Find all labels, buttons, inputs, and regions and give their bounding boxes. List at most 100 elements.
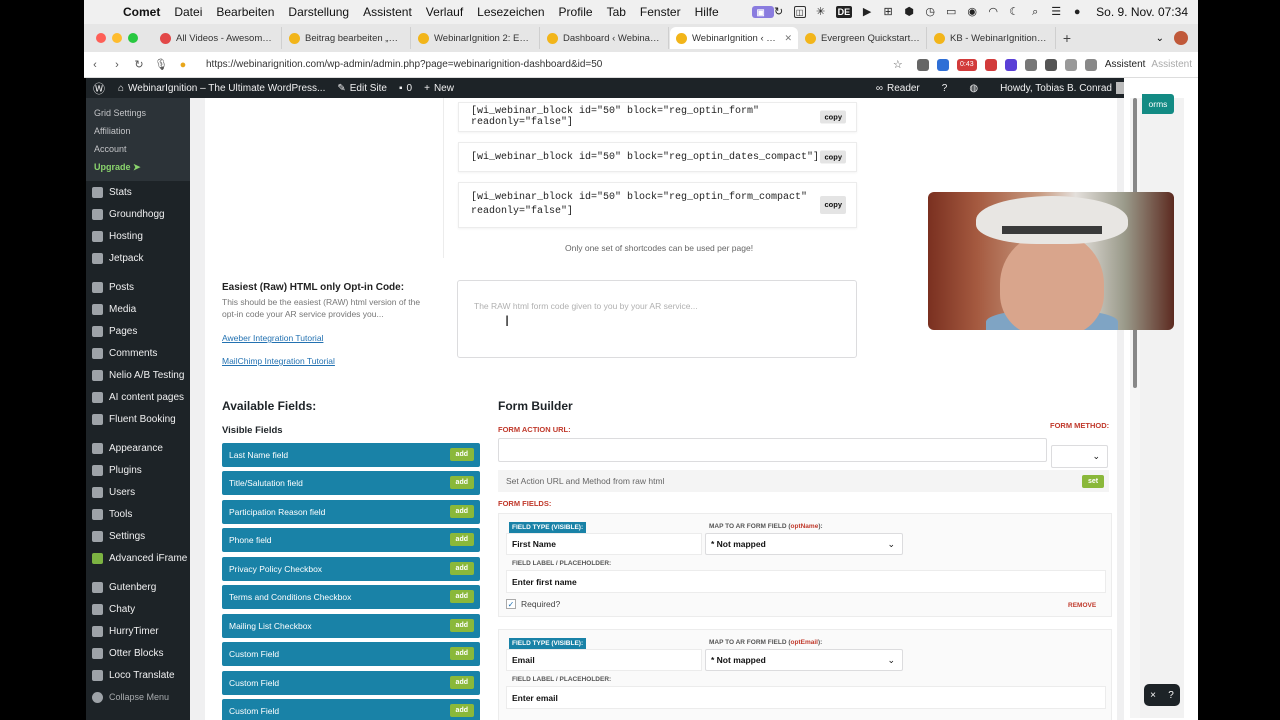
control-center-icon[interactable]: ☰ bbox=[1050, 6, 1062, 18]
add-button[interactable]: add bbox=[449, 533, 474, 546]
user-icon[interactable]: ◉ bbox=[966, 6, 978, 18]
moon-icon[interactable]: ☾ bbox=[1008, 6, 1020, 18]
copy-button[interactable]: copy bbox=[820, 110, 846, 124]
menu-verlauf[interactable]: Verlauf bbox=[426, 5, 463, 19]
add-button[interactable]: add bbox=[449, 704, 474, 717]
reload-icon[interactable]: ↻ bbox=[128, 58, 150, 71]
chevron-down-icon[interactable]: ⌄ bbox=[1156, 33, 1164, 44]
menu-bearbeiten[interactable]: Bearbeiten bbox=[216, 5, 274, 19]
add-button[interactable]: add bbox=[449, 505, 474, 518]
puzzle-icon[interactable] bbox=[1044, 58, 1057, 71]
copy-button[interactable]: copy bbox=[820, 150, 846, 164]
sidebar-item-loco-translate[interactable]: Loco Translate bbox=[86, 664, 190, 686]
sidebar-item-chaty[interactable]: Chaty bbox=[86, 598, 190, 620]
set-button[interactable]: set bbox=[1082, 475, 1105, 488]
menu-lesezeichen[interactable]: Lesezeichen bbox=[477, 5, 544, 19]
maximize-window-icon[interactable] bbox=[128, 33, 138, 43]
available-field-item[interactable]: Title/Salutation field add bbox=[222, 471, 480, 495]
available-field-item[interactable]: Participation Reason field add bbox=[222, 500, 480, 524]
add-button[interactable]: add bbox=[449, 619, 474, 632]
menu-assistent[interactable]: Assistent bbox=[363, 5, 412, 19]
sidebar-item-groundhogg[interactable]: Groundhogg bbox=[86, 203, 190, 225]
collapse-menu-button[interactable]: Collapse Menu bbox=[86, 686, 190, 708]
add-button[interactable]: add bbox=[449, 476, 474, 489]
sidebar-item-otter-blocks[interactable]: Otter Blocks bbox=[86, 642, 190, 664]
shortcode-box[interactable]: [wi_webinar_block id="50" block="reg_opt… bbox=[458, 102, 857, 132]
microphone-icon[interactable]: 🎙 bbox=[150, 58, 172, 71]
profile-avatar[interactable] bbox=[1174, 31, 1188, 45]
sidebar-item-nelio[interactable]: Nelio A/B Testing bbox=[86, 364, 190, 386]
asterisk-icon[interactable]: ✳ bbox=[815, 6, 827, 18]
extension-icon[interactable] bbox=[1004, 58, 1017, 71]
browser-tab[interactable]: WebinarIgnition 2: Evergre bbox=[412, 27, 540, 49]
menu-fenster[interactable]: Fenster bbox=[640, 5, 681, 19]
sync-icon[interactable]: ↻ bbox=[773, 6, 785, 18]
bookmark-star-icon[interactable]: ☆ bbox=[887, 58, 909, 71]
browser-tab[interactable]: Dashboard ‹ WebinarIgniti bbox=[541, 27, 669, 49]
copy-button[interactable]: copy bbox=[820, 196, 846, 214]
form-action-url-input[interactable] bbox=[498, 438, 1047, 462]
browser-tab[interactable]: KB - WebinarIgnition | #AR bbox=[928, 27, 1056, 49]
shortcode-box[interactable]: [wi_webinar_block id="50" block="reg_opt… bbox=[458, 142, 857, 172]
sidebar-item-hurrytimer[interactable]: HurryTimer bbox=[86, 620, 190, 642]
sidebar-item-comments[interactable]: Comments bbox=[86, 342, 190, 364]
extension-icon[interactable] bbox=[1024, 58, 1037, 71]
recording-badge[interactable]: 0:43 bbox=[956, 58, 977, 71]
menu-darstellung[interactable]: Darstellung bbox=[288, 5, 349, 19]
battery-icon[interactable]: ▭ bbox=[945, 6, 957, 18]
sidebar-item-stats[interactable]: Stats bbox=[86, 181, 190, 203]
url-input[interactable]: https://webinarignition.com/wp-admin/adm… bbox=[206, 59, 806, 70]
close-window-icon[interactable] bbox=[96, 33, 106, 43]
sidebar-item-advanced-iframe[interactable]: Advanced iFrame bbox=[86, 547, 190, 569]
extension-icon[interactable] bbox=[984, 58, 997, 71]
assistant-button[interactable]: Assistent bbox=[1105, 59, 1146, 70]
sidebar-subitem-grid-settings[interactable]: Grid Settings bbox=[86, 104, 190, 122]
required-checkbox[interactable]: ✓ Required? bbox=[506, 599, 560, 609]
browser-tab[interactable]: All Videos - Awesome Scre bbox=[154, 27, 282, 49]
link-icon[interactable] bbox=[916, 58, 929, 71]
shield-icon[interactable]: ⬢ bbox=[903, 6, 915, 18]
extension-icon[interactable] bbox=[936, 58, 949, 71]
shortcode-box[interactable]: [wi_webinar_block id="50" block="reg_opt… bbox=[458, 182, 857, 228]
assistant-button-secondary[interactable]: Assistent bbox=[1151, 59, 1192, 70]
forms-button[interactable]: orms bbox=[1142, 94, 1174, 114]
ar-mapping-select[interactable]: * Not mapped ⌄ bbox=[705, 533, 903, 555]
sidebar-item-pages[interactable]: Pages bbox=[86, 320, 190, 342]
sidebar-item-users[interactable]: Users bbox=[86, 481, 190, 503]
display-icon[interactable]: ◫ bbox=[793, 6, 806, 18]
sidebar-item-posts[interactable]: Posts bbox=[86, 276, 190, 298]
menu-hilfe[interactable]: Hilfe bbox=[695, 5, 719, 19]
available-field-item[interactable]: Phone field add bbox=[222, 528, 480, 552]
add-button[interactable]: add bbox=[449, 647, 474, 660]
search-icon[interactable]: ⌕ bbox=[1029, 6, 1041, 18]
chat-widget[interactable]: ×? bbox=[1144, 684, 1180, 706]
available-field-item[interactable]: Privacy Policy Checkbox add bbox=[222, 557, 480, 581]
sidebar-item-jetpack[interactable]: Jetpack bbox=[86, 247, 190, 269]
site-name-link[interactable]: ⌂ WebinarIgnition – The Ultimate WordPres… bbox=[118, 83, 325, 94]
form-method-select[interactable]: ⌄ bbox=[1051, 445, 1108, 468]
add-button[interactable]: add bbox=[449, 562, 474, 575]
sidebar-item-settings[interactable]: Settings bbox=[86, 525, 190, 547]
edit-site-link[interactable]: ✎ Edit Site bbox=[337, 83, 387, 94]
field-placeholder-input[interactable]: Enter first name bbox=[506, 570, 1106, 593]
wifi-icon[interactable]: ◠ bbox=[987, 6, 999, 18]
back-arrow-icon[interactable]: ‹ bbox=[84, 59, 106, 71]
browser-tab[interactable]: Evergreen Quickstart – We bbox=[799, 27, 927, 49]
add-button[interactable]: add bbox=[449, 590, 474, 603]
comments-link[interactable]: ▪ 0 bbox=[399, 83, 412, 94]
sidebar-subitem-account[interactable]: Account bbox=[86, 140, 190, 158]
input-language-badge[interactable]: DE bbox=[835, 6, 853, 18]
notification-icon[interactable]: ◍ bbox=[969, 83, 978, 94]
available-field-item[interactable]: Last Name field add bbox=[222, 443, 480, 467]
checkmark-icon[interactable]: ✓ bbox=[506, 599, 516, 609]
menu-app-name[interactable]: Comet bbox=[123, 5, 160, 19]
reader-link[interactable]: ∞ Reader bbox=[876, 83, 920, 94]
sidebar-item-fluent-booking[interactable]: Fluent Booking bbox=[86, 408, 190, 430]
sidebar-item-plugins[interactable]: Plugins bbox=[86, 459, 190, 481]
menu-icon[interactable] bbox=[1064, 58, 1077, 71]
available-field-item[interactable]: Mailing List Checkbox add bbox=[222, 614, 480, 638]
forward-arrow-icon[interactable]: › bbox=[106, 59, 128, 71]
field-placeholder-input[interactable]: Enter email bbox=[506, 686, 1106, 709]
menu-tab[interactable]: Tab bbox=[607, 5, 626, 19]
sidebar-subitem-affiliation[interactable]: Affiliation bbox=[86, 122, 190, 140]
